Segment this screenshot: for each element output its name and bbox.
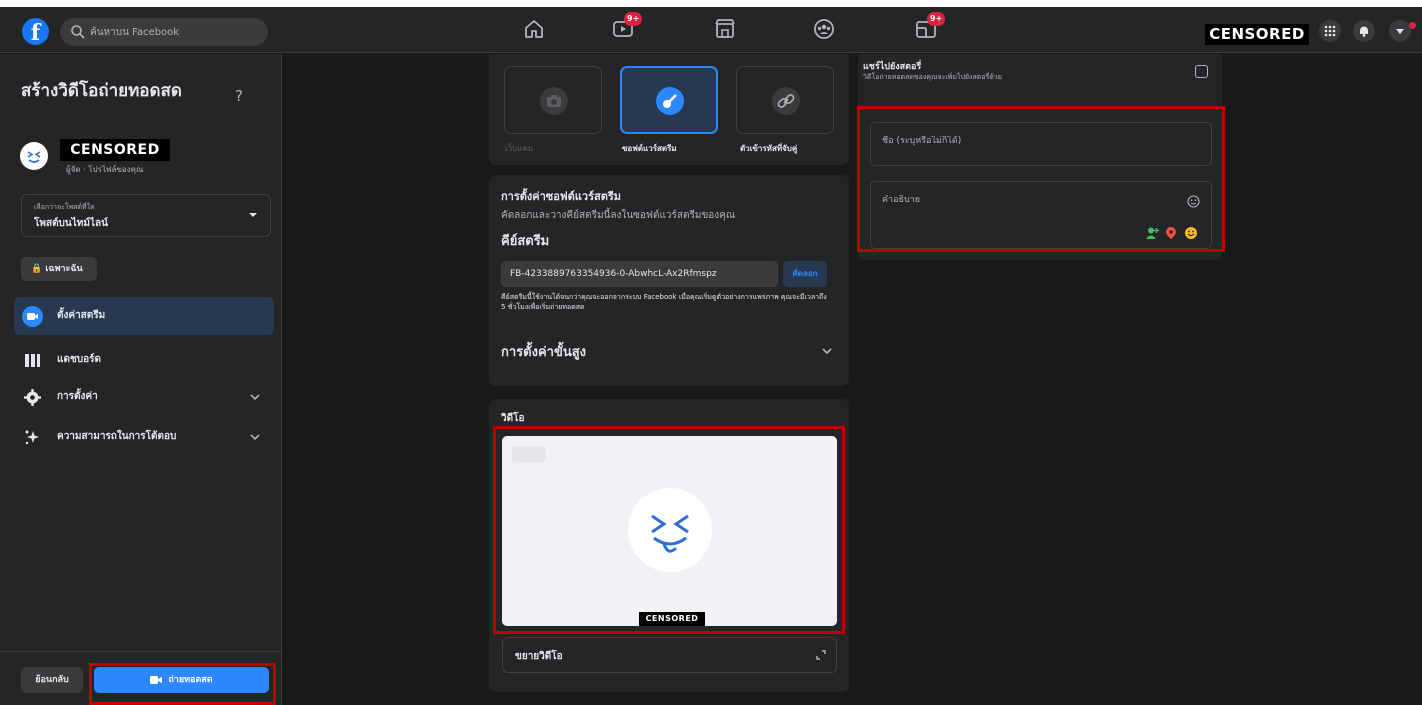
title-input[interactable] — [882, 136, 1182, 146]
marketplace-icon[interactable] — [712, 16, 738, 42]
settings-icon — [22, 387, 43, 408]
share-to-story-title: แชร์ไปยังสตอรี่ — [863, 62, 922, 72]
feeling-icon[interactable] — [1184, 226, 1198, 240]
video-preview: CENSORED — [502, 436, 837, 626]
stream-setup-icon — [22, 306, 43, 327]
sidebar-item-interactivity[interactable]: ความสามารถในการโต้ตอบ — [14, 418, 274, 456]
streaming-software-icon — [656, 87, 684, 115]
privacy-label: เฉพาะฉัน — [45, 264, 83, 274]
facebook-logo-icon[interactable]: f — [22, 18, 49, 45]
home-icon[interactable] — [521, 16, 547, 42]
top-navigation-bar: f 9+ 9+ CENSORED — [0, 7, 1422, 53]
gaming-icon[interactable]: 9+ — [913, 12, 946, 42]
sidebar-item-label: แดชบอร์ด — [57, 354, 101, 365]
paired-encoder-option[interactable] — [736, 66, 834, 134]
search-icon — [71, 25, 85, 39]
copy-button[interactable]: คัดลอก — [783, 261, 827, 287]
sidebar-item-label: การตั้งค่า — [57, 391, 98, 402]
stream-key-note: คีย์สตรีมนี้ใช้งานได้จนกว่าคุณจะออกจากระ… — [501, 293, 827, 311]
menu-grid-icon[interactable] — [1319, 20, 1341, 42]
go-live-button[interactable]: ถ่ายทอดสด — [94, 667, 269, 693]
profile-name[interactable]: CENSORED — [1205, 24, 1309, 45]
advanced-settings-label: การตั้งค่าขั้นสูง — [501, 345, 586, 360]
sidebar-item-stream-setup[interactable]: ตั้งค่าสตรีม — [14, 297, 274, 335]
advanced-settings-toggle[interactable]: การตั้งค่าขั้นสูง — [501, 335, 836, 365]
description-input[interactable] — [882, 195, 1182, 205]
share-to-story-subtitle: วิดีโอถ่ายทอดสดของคุณจะเพิ่มไปยังสตอรี่ด… — [863, 73, 1002, 81]
expand-video-label: ขยายวิดีโอ — [515, 651, 563, 662]
back-button[interactable]: ย้อนกลับ — [21, 667, 83, 693]
streaming-software-option[interactable] — [620, 66, 718, 134]
stream-setup-title: การตั้งค่าซอฟต์แวร์สตรีม — [501, 190, 621, 203]
search-input[interactable] — [90, 18, 260, 46]
owner-name: CENSORED — [60, 139, 170, 161]
preview-status-tag — [512, 446, 546, 462]
stream-key-field[interactable] — [501, 261, 778, 287]
link-icon — [772, 87, 800, 115]
groups-icon[interactable] — [811, 16, 837, 42]
sidebar: สร้างวิดีโอถ่ายทอดสด ? CENSORED ผู้จัด ·… — [0, 54, 282, 705]
post-location-select[interactable]: เลือกว่าจะโพสต์ที่ใด โพสต์บนไทม์ไลน์ — [21, 194, 271, 237]
lock-icon: 🔒 — [31, 264, 43, 274]
streaming-software-label: ซอฟต์แวร์สตรีม — [622, 144, 677, 153]
sidebar-item-settings[interactable]: การตั้งค่า — [14, 378, 274, 416]
video-card: วิดีโอ CENSORED ขยายวิดีโอ — [489, 399, 849, 692]
dashboard-icon — [22, 350, 43, 371]
preview-avatar — [628, 488, 712, 572]
camera-icon — [540, 87, 568, 115]
location-icon[interactable] — [1164, 226, 1178, 240]
sidebar-item-label: ตั้งค่าสตรีม — [57, 310, 106, 321]
search-box[interactable] — [60, 18, 268, 46]
video-title: วิดีโอ — [501, 413, 525, 424]
stream-setup-card: การตั้งค่าซอฟต์แวร์สตรีม คัดลอกและวางคีย… — [489, 175, 849, 386]
post-location-label: เลือกว่าจะโพสต์ที่ใด — [34, 203, 95, 211]
emoji-icon[interactable] — [1187, 195, 1200, 208]
account-notification-dot — [1409, 22, 1416, 29]
description-field[interactable] — [870, 181, 1212, 249]
interactivity-icon — [22, 427, 43, 448]
chevron-down-icon — [250, 394, 260, 401]
stream-setup-subtitle: คัดลอกและวางคีย์สตรีมนี้ลงในซอฟต์แวร์สตร… — [501, 210, 736, 221]
sidebar-footer: ย้อนกลับ ถ่ายทอดสด — [0, 651, 282, 705]
paired-encoder-label: ตัวเข้ารหัสที่จับคู่ — [740, 144, 798, 153]
notifications-icon[interactable] — [1353, 20, 1375, 42]
tag-people-icon[interactable] — [1145, 226, 1159, 240]
expand-icon — [816, 650, 826, 660]
avatar — [20, 142, 48, 170]
caret-down-icon — [249, 213, 257, 217]
stream-key-heading: คีย์สตรีม — [501, 234, 550, 249]
live-camera-icon — [150, 675, 163, 684]
share-to-story-checkbox[interactable] — [1195, 65, 1208, 78]
owner-role: ผู้จัด · โปรไฟล์ของคุณ — [66, 165, 144, 174]
expand-video-button[interactable]: ขยายวิดีโอ — [502, 637, 837, 673]
app-frame: f 9+ 9+ CENSORED — [0, 7, 1422, 705]
post-location-value: โพสต์บนไทม์ไลน์ — [34, 218, 108, 229]
go-live-label: ถ่ายทอดสด — [168, 675, 213, 685]
video-source-card: เว็บแคม ซอฟต์แวร์สตรีม ตัวเข้ารหัสที่จับ… — [489, 54, 849, 165]
webcam-option[interactable] — [504, 66, 602, 134]
sidebar-item-dashboard[interactable]: แดชบอร์ด — [14, 341, 274, 379]
gaming-badge: 9+ — [927, 12, 946, 26]
preview-caption: CENSORED — [639, 612, 705, 626]
chevron-down-icon — [822, 348, 832, 355]
sidebar-item-label: ความสามารถในการโต้ตอบ — [57, 431, 177, 442]
privacy-button[interactable]: 🔒 เฉพาะฉัน — [21, 257, 97, 281]
account-dropdown-icon[interactable] — [1389, 20, 1411, 42]
post-details-panel: แชร์ไปยังสตอรี่ วิดีโอถ่ายทอดสดของคุณจะเ… — [858, 54, 1222, 260]
chevron-down-icon — [250, 434, 260, 441]
title-field[interactable] — [870, 122, 1212, 166]
video-icon[interactable]: 9+ — [610, 12, 643, 42]
video-badge: 9+ — [624, 12, 643, 26]
help-icon[interactable]: ? — [235, 87, 243, 105]
webcam-label: เว็บแคม — [505, 144, 534, 153]
page-title: สร้างวิดีโอถ่ายทอดสด — [21, 81, 182, 101]
